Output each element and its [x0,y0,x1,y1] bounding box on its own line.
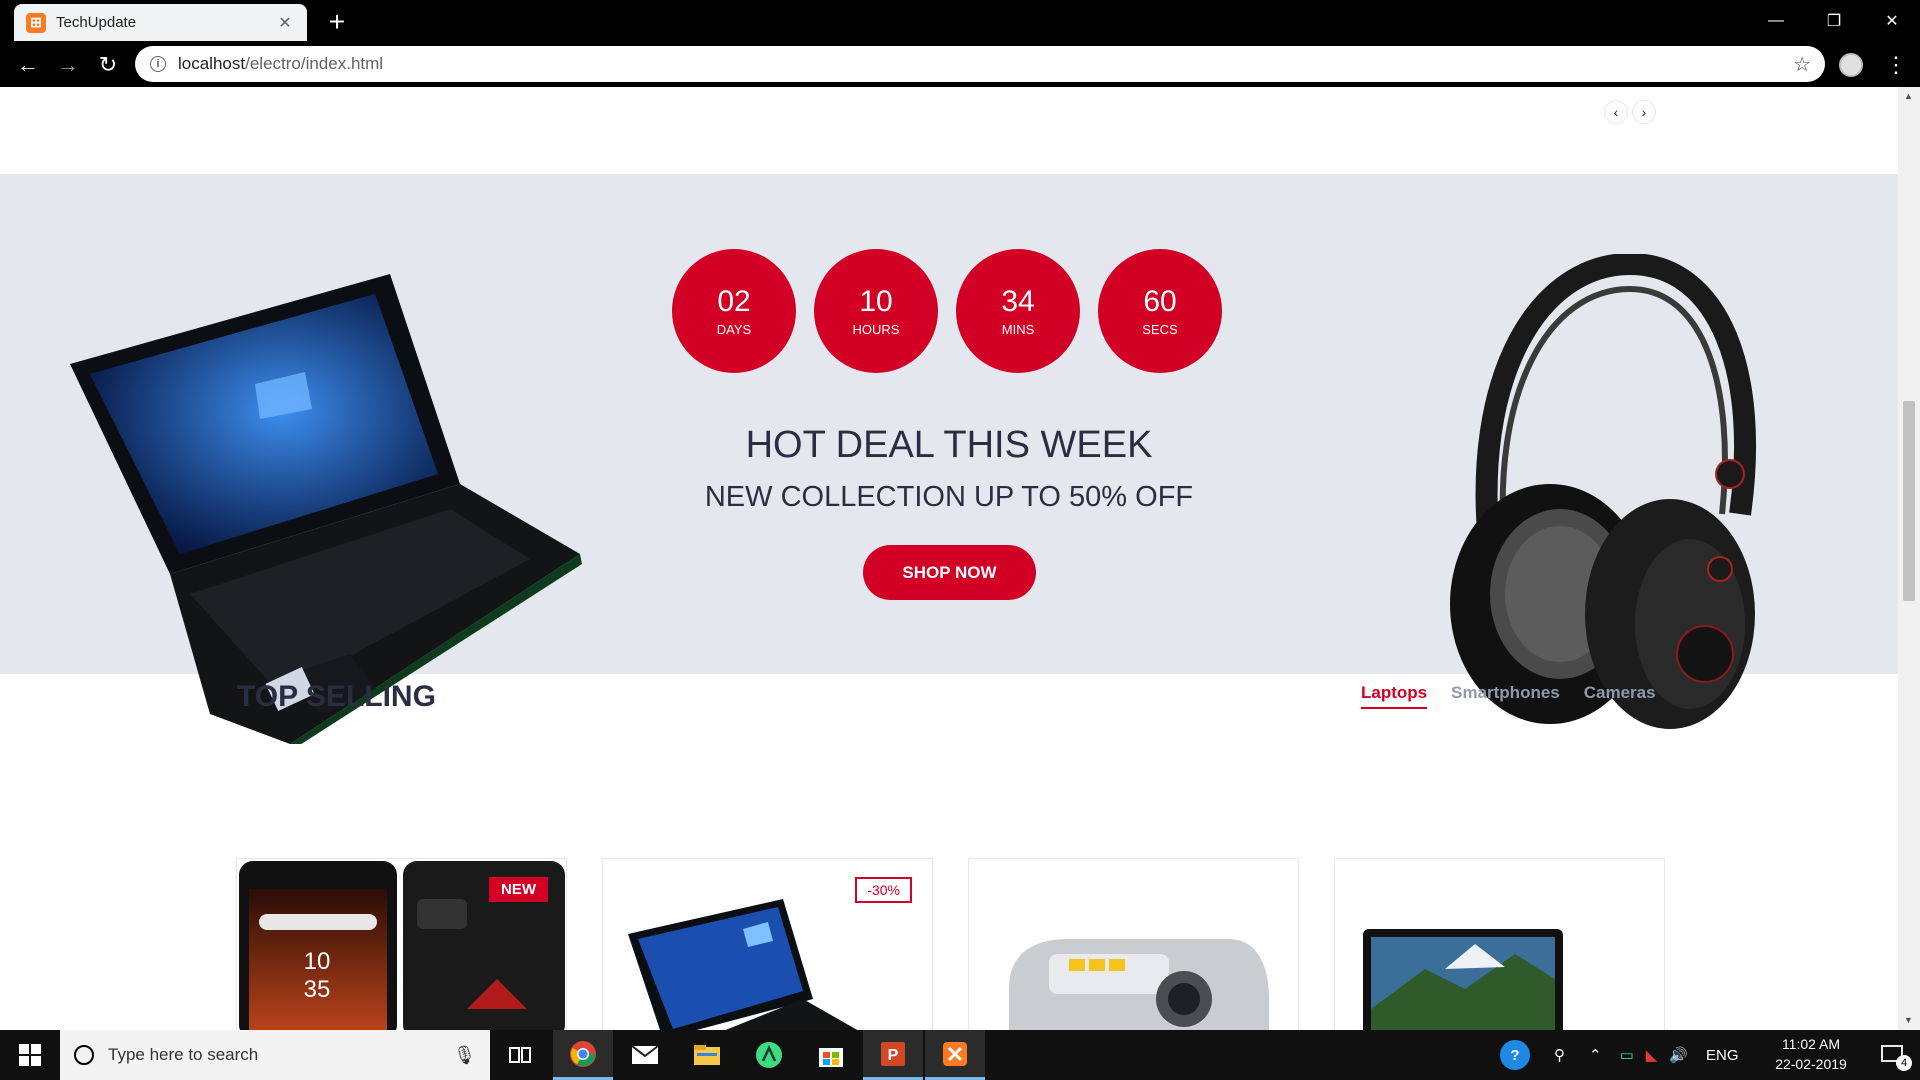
notification-count-badge: 4 [1896,1055,1912,1071]
product-card[interactable]: -30% [602,858,933,1030]
search-placeholder: Type here to search [108,1045,259,1064]
countdown-label: MINS [1001,321,1035,337]
profile-avatar[interactable] [1839,53,1863,77]
countdown-mins: 34 MINS [956,249,1080,373]
cortana-icon [74,1045,94,1065]
xampp-icon[interactable] [925,1030,985,1080]
product-category-tabs: Laptops Smartphones Cameras [1361,683,1656,709]
slider-next-icon[interactable]: › [1632,100,1656,124]
clock-date: 22-02-2019 [1775,1056,1847,1072]
countdown-days: 02 DAYS [672,249,796,373]
windows-logo-icon [19,1044,41,1066]
bookmark-star-icon[interactable]: ☆ [1793,52,1811,77]
product-card[interactable]: 10 35 NEW [236,858,567,1030]
microsoft-store-icon[interactable] [801,1030,861,1080]
new-badge: NEW [489,877,548,902]
discount-badge: -30% [855,877,912,903]
scrollbar-thumb[interactable] [1903,401,1915,601]
restore-button[interactable]: ❐ [1806,0,1862,41]
countdown-secs: 60 SECS [1098,249,1222,373]
file-explorer-icon[interactable] [677,1030,737,1080]
tab-cameras[interactable]: Cameras [1584,683,1656,709]
close-window-button[interactable]: ✕ [1864,0,1920,41]
new-tab-button[interactable]: + [322,6,352,37]
browser-tab[interactable]: ⊞ TechUpdate ✕ [14,4,307,41]
minimize-button[interactable]: — [1748,0,1804,41]
laptop-screen-image [1363,929,1563,1030]
network-icon[interactable]: ◣ [1646,1046,1658,1064]
browser-tab-strip: ⊞ TechUpdate ✕ + — ❐ ✕ [0,0,1920,41]
url-text[interactable]: localhost/electro/index.html [178,54,1793,74]
svg-text:10: 10 [304,948,331,975]
task-view-icon[interactable] [490,1030,550,1080]
hot-deal-section: 02 DAYS 10 HOURS 34 MINS 60 SECS HOT DEA… [0,174,1898,744]
url-path: /electro/index.html [245,54,384,73]
volume-icon[interactable]: 🔊 [1669,1046,1688,1064]
countdown-label: SECS [1142,321,1178,337]
android-studio-icon[interactable] [739,1030,799,1080]
back-button[interactable]: ← [12,49,44,81]
microphone-icon[interactable]: 🎙 [453,1045,476,1066]
powerpoint-icon[interactable]: P [863,1030,923,1080]
page-viewport: ‹ › 02 DAYS 10 HOURS 34 MINS 60 SECS HOT… [0,87,1898,1030]
slider-arrows: ‹ › [1604,100,1656,124]
shop-now-button[interactable]: SHOP NOW [863,545,1036,600]
taskbar-search[interactable]: Type here to search 🎙 [60,1030,490,1080]
browser-menu-icon[interactable]: ⋮ [1882,49,1910,81]
start-button[interactable] [0,1030,60,1080]
reload-button[interactable]: ↻ [92,49,124,81]
battery-icon[interactable]: ▭ [1620,1046,1634,1064]
chevron-up-icon[interactable]: ⌃ [1589,1046,1602,1064]
close-icon[interactable]: ✕ [273,11,297,35]
action-center-icon[interactable]: 4 [1864,1030,1920,1080]
tab-laptops[interactable]: Laptops [1361,683,1428,709]
countdown-value: 60 [1143,284,1177,318]
countdown-value: 02 [717,284,751,318]
countdown-timer: 02 DAYS 10 HOURS 34 MINS 60 SECS [672,249,1222,373]
clock-time: 11:02 AM [1781,1036,1841,1052]
xampp-favicon-icon: ⊞ [26,12,46,33]
url-host: localhost [178,54,246,73]
countdown-label: HOURS [852,321,900,337]
forward-button[interactable]: → [52,49,84,81]
scroll-up-icon[interactable]: ▲ [1904,91,1913,101]
section-title: TOP SELLING [237,680,436,713]
countdown-label: DAYS [716,321,752,337]
system-tray: ? ⚲ ⌃ ▭ ◣ 🔊 ENG [1500,1030,1739,1080]
language-indicator[interactable]: ENG [1706,1047,1739,1064]
headphones-image [1450,254,1757,729]
product-card[interactable] [968,858,1299,1030]
taskbar-clock[interactable]: 11:02 AM 22-02-2019 [1766,1034,1856,1074]
windows-taskbar: Type here to search 🎙 P ? ⚲ ⌃ ▭ ◣ 🔊 ENG [0,1030,1920,1080]
mail-icon[interactable] [615,1030,675,1080]
browser-toolbar: ← → ↻ i localhost/electro/index.html ☆ ⋮ [0,41,1920,87]
page-scrollbar[interactable]: ▲ ▼ [1898,87,1920,1030]
people-icon[interactable]: ⚲ [1554,1046,1565,1064]
tab-title: TechUpdate [56,14,137,31]
address-bar[interactable]: i localhost/electro/index.html ☆ [135,46,1825,82]
camera-image [1009,939,1269,1030]
svg-text:P: P [888,1047,899,1064]
countdown-value: 34 [1001,284,1035,318]
countdown-hours: 10 HOURS [814,249,938,373]
info-icon[interactable]: i [150,56,166,72]
scroll-down-icon[interactable]: ▼ [1904,1015,1913,1025]
countdown-value: 10 [859,284,893,318]
tab-smartphones[interactable]: Smartphones [1451,683,1560,709]
help-icon[interactable]: ? [1500,1040,1530,1070]
chrome-taskbar-icon[interactable] [553,1030,613,1080]
product-card[interactable] [1334,858,1665,1030]
slider-prev-icon[interactable]: ‹ [1604,100,1628,124]
svg-text:35: 35 [304,976,331,1003]
